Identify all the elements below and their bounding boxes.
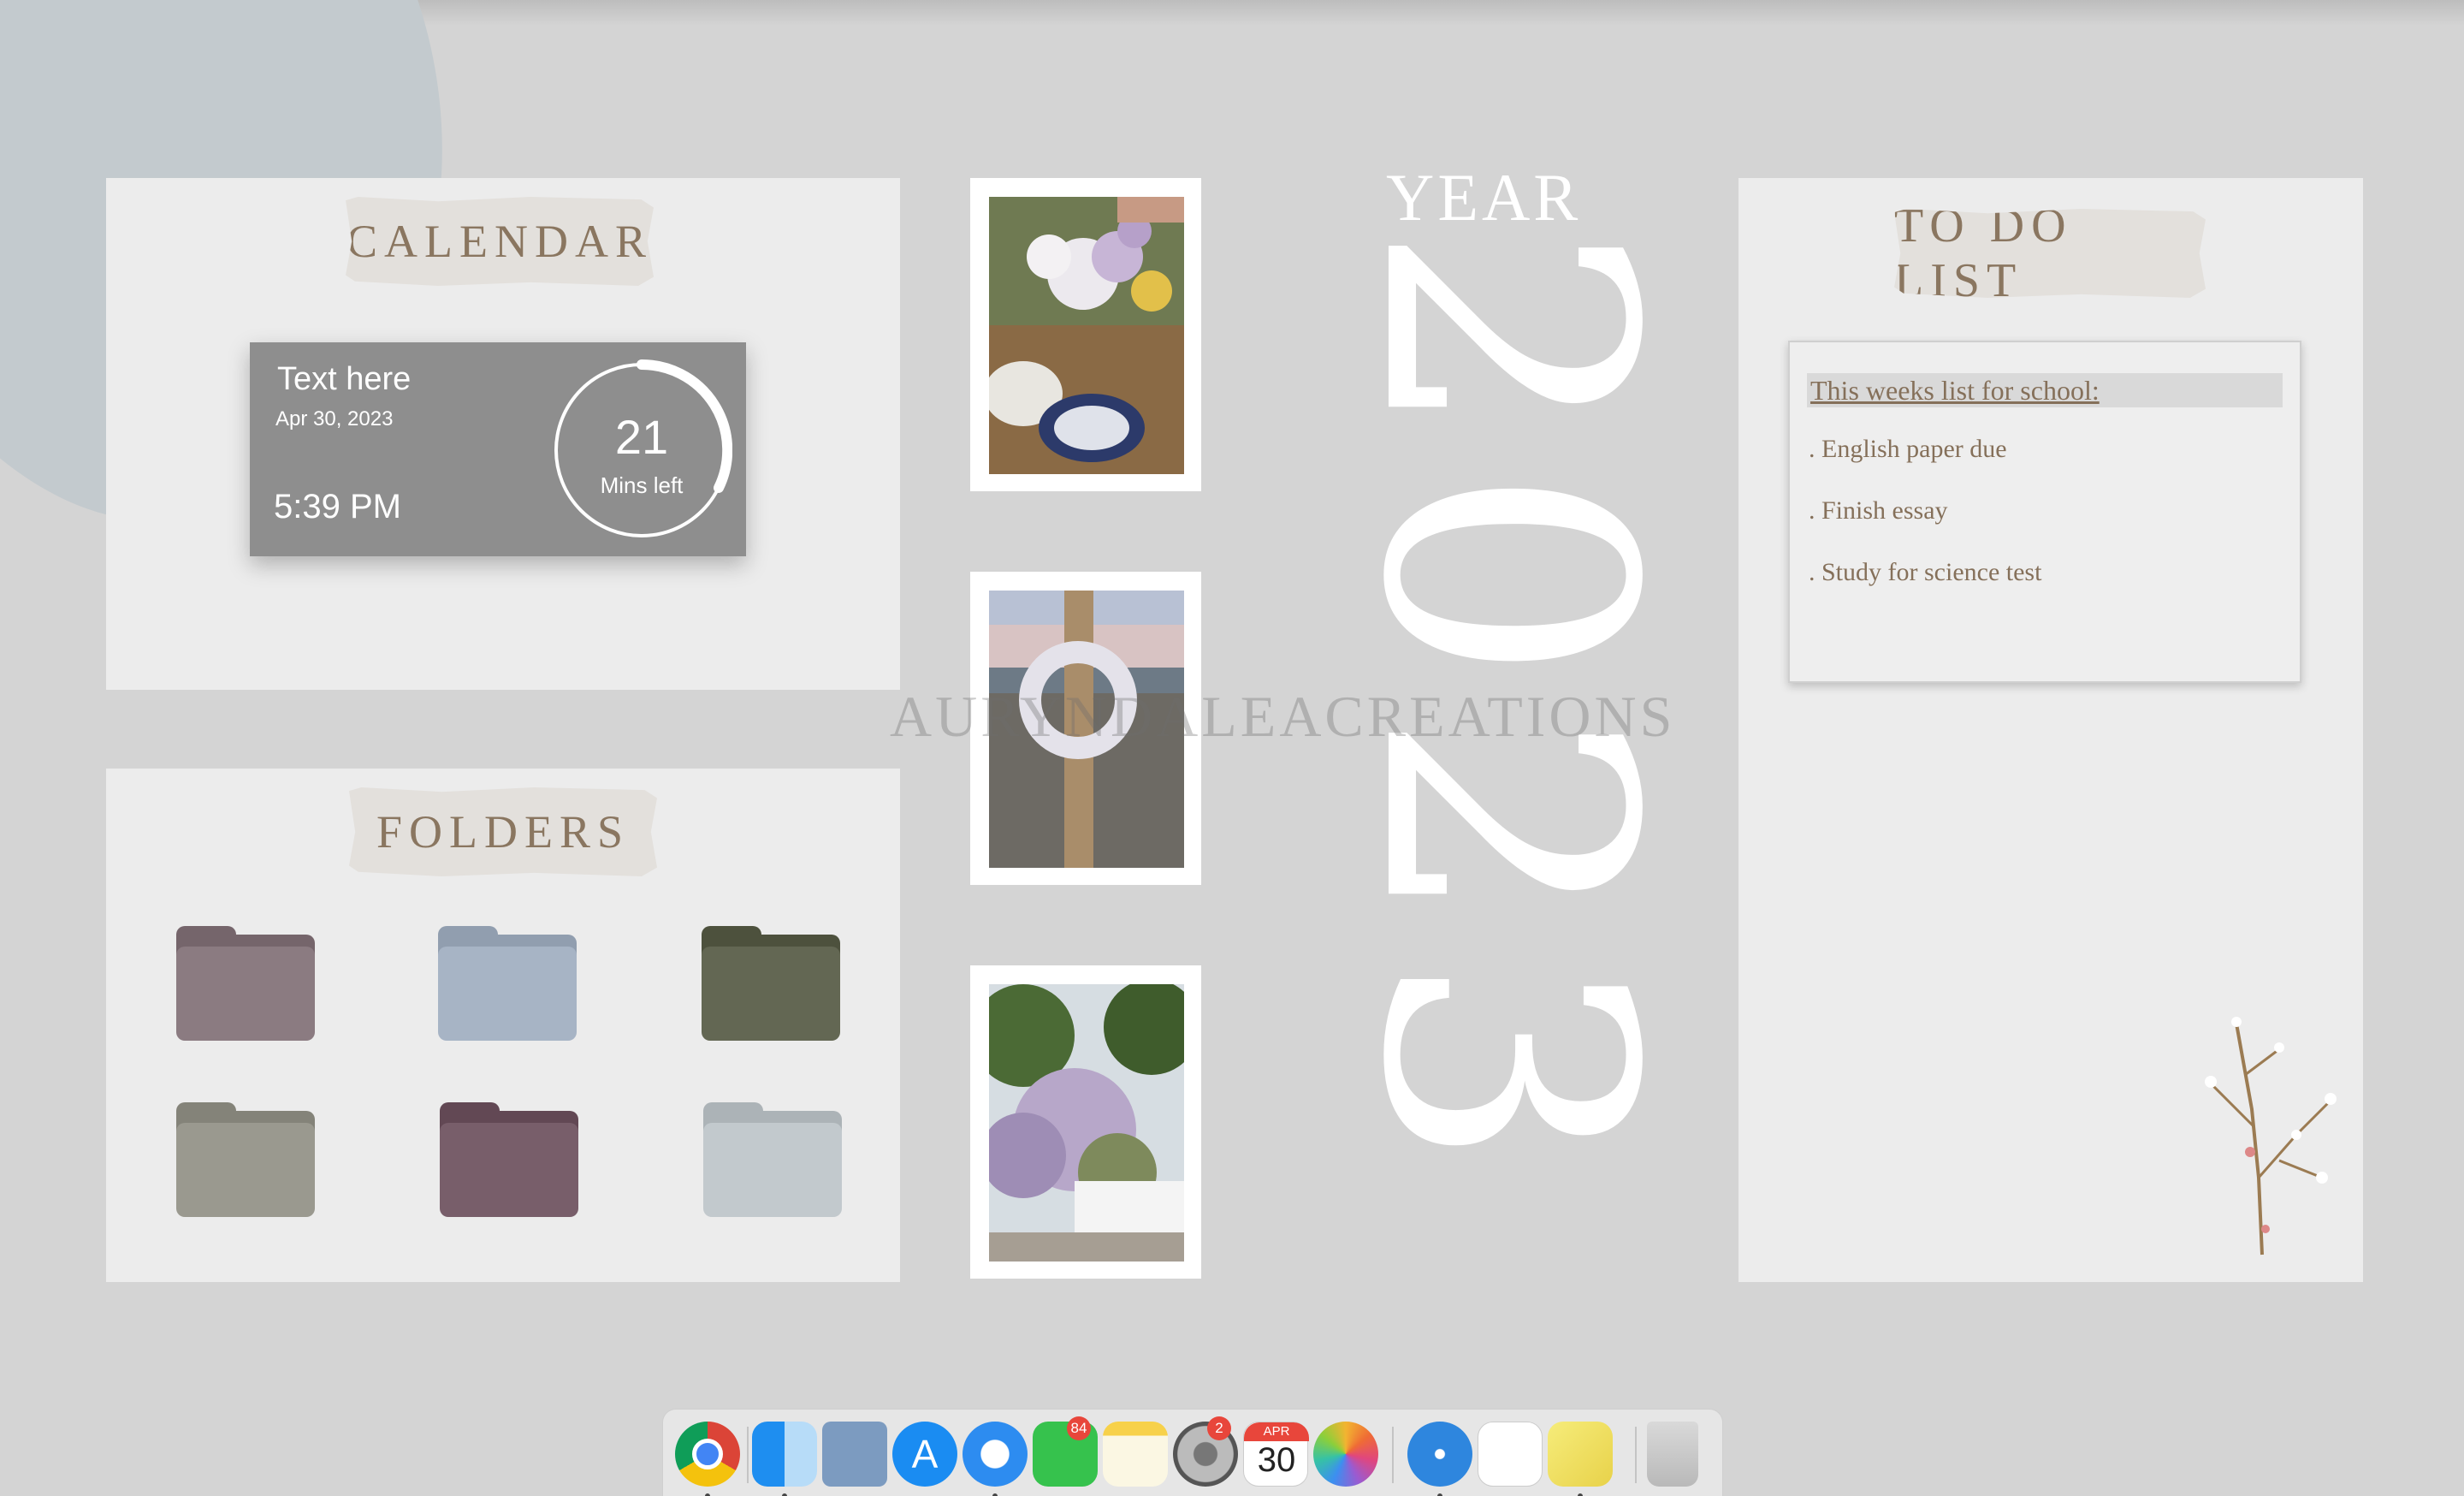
dock: A 84 2 APR 30 [662, 1409, 1723, 1496]
safari-icon[interactable] [962, 1422, 1028, 1487]
todo-item[interactable]: . Study for science test [1809, 558, 2041, 587]
finder-icon[interactable] [752, 1422, 817, 1487]
settings-badge: 2 [1207, 1416, 1231, 1440]
stickies-icon[interactable] [1548, 1422, 1613, 1487]
folder-icon[interactable] [176, 926, 315, 1041]
notes-icon[interactable] [1103, 1422, 1168, 1487]
folders-title: FOLDERS [349, 787, 657, 876]
dock-separator [1392, 1427, 1394, 1483]
photo-frame-flowers [970, 178, 1201, 491]
countdown-number: 21 [614, 410, 669, 464]
widget-date: Apr 30, 2023 [275, 407, 394, 430]
folder-icon[interactable] [176, 1102, 315, 1217]
flowers-photo [989, 197, 1184, 474]
todo-item[interactable]: . Finish essay [1809, 496, 1948, 525]
folders-panel: FOLDERS [106, 769, 900, 1282]
calendar-widget[interactable]: Text here Apr 30, 2023 5:39 PM 21 Mins l… [250, 342, 746, 556]
compass-icon[interactable] [1407, 1422, 1472, 1487]
chrome-icon[interactable] [675, 1422, 740, 1487]
todo-title: TO DO LIST [1894, 209, 2206, 298]
todo-heading: This weeks list for school: [1807, 373, 2283, 407]
calendar-icon-day: 30 [1257, 1441, 1296, 1479]
app-store-icon[interactable]: A [892, 1422, 957, 1487]
countdown-label: Mins left [600, 472, 684, 498]
branch-decoration [2205, 1017, 2337, 1256]
preview-icon[interactable] [822, 1422, 887, 1487]
garden-photo [989, 984, 1184, 1262]
todo-item[interactable]: . English paper due [1809, 435, 2007, 464]
todo-card[interactable]: This weeks list for school: . English pa… [1788, 341, 2301, 683]
calendar-icon[interactable]: APR 30 [1243, 1422, 1309, 1487]
folder-icon[interactable] [438, 926, 577, 1041]
folder-icon[interactable] [702, 926, 840, 1041]
reminders-icon[interactable] [1478, 1422, 1543, 1487]
calendar-title: CALENDAR [346, 197, 654, 286]
widget-time: 5:39 PM [274, 488, 401, 525]
dock-separator [747, 1427, 749, 1483]
calendar-icon-month: APR [1244, 1422, 1309, 1441]
watermark: AURYNDALEACREATIONS [890, 684, 1676, 749]
photo-frame-garden [970, 965, 1201, 1279]
photos-icon[interactable] [1313, 1422, 1378, 1487]
dock-separator [1635, 1427, 1637, 1483]
widget-title: Text here [277, 361, 412, 397]
folder-icon[interactable] [703, 1102, 842, 1217]
facetime-badge: 84 [1067, 1416, 1091, 1440]
trash-icon[interactable] [1647, 1422, 1698, 1487]
folder-icon[interactable] [440, 1102, 578, 1217]
